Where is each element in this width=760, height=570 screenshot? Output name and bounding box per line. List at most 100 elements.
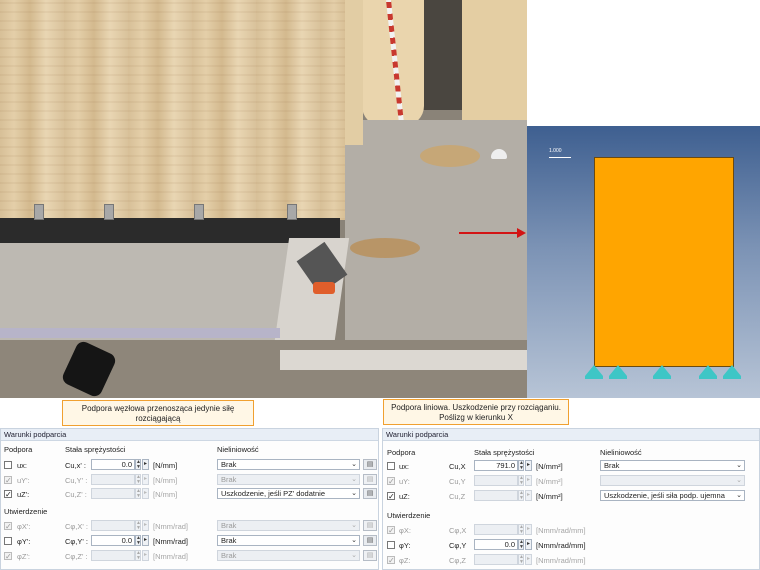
cphiz-input[interactable]: [474, 554, 518, 565]
phiz-edit-icon[interactable]: ▤: [363, 550, 377, 561]
cuz-input[interactable]: [474, 490, 518, 501]
cphiy-symbol: Cφ,Y: [449, 541, 467, 550]
phiz-checkbox[interactable]: ✓: [4, 552, 12, 561]
phiz-label: φZ':: [17, 552, 30, 561]
cuy-spinner[interactable]: ▲ ▼: [135, 474, 141, 485]
cuy-arrow-button[interactable]: ▸: [142, 474, 149, 485]
phix-nonlinearity-select[interactable]: Brak ⌄: [217, 520, 360, 531]
model-view[interactable]: 1.000: [527, 126, 760, 398]
phiz-label: φZ:: [399, 556, 411, 565]
phiz-checkbox[interactable]: ✓: [387, 556, 395, 565]
cux-input[interactable]: 791.0: [474, 460, 518, 471]
cuz-unit: [N/mm]: [153, 490, 178, 499]
phiz-nonlinearity-select[interactable]: Brak ⌄: [217, 550, 360, 561]
uz-edit-icon[interactable]: ▤: [363, 488, 377, 499]
scale-label: 1.000: [549, 148, 562, 154]
saw-handle: [313, 282, 335, 294]
cphix-arrow-button[interactable]: ▸: [525, 524, 532, 535]
uy-label: uY':: [17, 476, 30, 485]
cux-symbol: Cu,X: [449, 462, 466, 471]
cux-symbol: Cu,x' :: [65, 461, 87, 470]
cux-arrow-button[interactable]: ▸: [142, 459, 149, 470]
cuy-unit: [N/mm²]: [536, 477, 563, 486]
cphiy-spinner[interactable]: ▲ ▼: [518, 539, 524, 550]
cuz-symbol: Cu,Z: [449, 492, 466, 501]
support-icon: [609, 365, 627, 379]
ux-nonlinearity-select[interactable]: Brak ⌄: [600, 460, 745, 471]
callout-nodal-support: Podpora węzłowa przenosząca jedynie siłę…: [62, 400, 254, 426]
timber-column: [462, 0, 527, 140]
uy-checkbox[interactable]: ✓: [387, 477, 395, 486]
section-fixation: Utwierdzenie: [387, 511, 431, 520]
cphiy-unit: [Nmm/rad]: [153, 537, 189, 546]
uy-checkbox[interactable]: ✓: [4, 476, 12, 485]
cphiy-input[interactable]: 0.0: [91, 535, 135, 546]
uz-checkbox[interactable]: ✓: [387, 492, 395, 501]
cphiz-arrow-button[interactable]: ▸: [142, 550, 149, 561]
cux-unit: [N/mm]: [153, 461, 178, 470]
ux-edit-icon[interactable]: ▤: [363, 459, 377, 470]
phix-label: φX:: [399, 526, 411, 535]
cphiz-spinner[interactable]: ▲ ▼: [135, 550, 141, 561]
section-fixation: Utwierdzenie: [4, 507, 48, 516]
cphiy-spinner[interactable]: ▲ ▼: [135, 535, 141, 546]
cphiz-symbol: Cφ,Z' :: [65, 552, 88, 561]
cuz-spinner[interactable]: ▲ ▼: [135, 488, 141, 499]
concrete-curb-edge: [280, 350, 527, 370]
cphix-arrow-button[interactable]: ▸: [142, 520, 149, 531]
cphiz-spinner[interactable]: ▲ ▼: [518, 554, 524, 565]
cphix-input[interactable]: [474, 524, 518, 535]
support-icon: [699, 365, 717, 379]
angle-bracket: [194, 204, 204, 220]
uz-checkbox[interactable]: ✓: [4, 490, 12, 499]
ux-checkbox[interactable]: [387, 462, 395, 470]
cux-input[interactable]: 0.0: [91, 459, 135, 470]
header-nonlinearity: Nieliniowość: [217, 445, 259, 454]
cuz-arrow-button[interactable]: ▸: [142, 488, 149, 499]
phiy-nonlinearity-select[interactable]: Brak ⌄: [217, 535, 360, 546]
angle-bracket: [34, 204, 44, 220]
uy-nonlinearity-select[interactable]: Brak ⌄: [217, 474, 360, 485]
cphiy-arrow-button[interactable]: ▸: [142, 535, 149, 546]
construction-photo: [0, 0, 527, 398]
phiy-label: φY':: [17, 537, 31, 546]
cux-spinner[interactable]: ▲ ▼: [135, 459, 141, 470]
phix-checkbox[interactable]: ✓: [387, 526, 395, 535]
cphiy-input[interactable]: 0.0: [474, 539, 518, 550]
red-arrow-head: [517, 228, 526, 238]
cphix-spinner[interactable]: ▲ ▼: [135, 520, 141, 531]
cuy-input[interactable]: [91, 474, 135, 485]
cphiy-arrow-button[interactable]: ▸: [525, 539, 532, 550]
cphix-spinner[interactable]: ▲ ▼: [518, 524, 524, 535]
cuz-spinner[interactable]: ▲ ▼: [518, 490, 524, 501]
cuy-unit: [N/mm]: [153, 476, 178, 485]
cphiy-unit: [Nmm/rad/mm]: [536, 541, 586, 550]
phiy-checkbox[interactable]: [387, 541, 395, 549]
cuz-input[interactable]: [91, 488, 135, 499]
ux-checkbox[interactable]: [4, 461, 12, 469]
uy-nonlinearity-select[interactable]: ⌄: [600, 475, 745, 486]
cux-unit: [N/mm²]: [536, 462, 563, 471]
cuz-unit: [N/mm²]: [536, 492, 563, 501]
uz-nonlinearity-select[interactable]: Uszkodzenie, jeśli siła podp. ujemna ⌄: [600, 490, 745, 501]
cphiz-arrow-button[interactable]: ▸: [525, 554, 532, 565]
cuy-spinner[interactable]: ▲ ▼: [518, 475, 524, 486]
phix-checkbox[interactable]: ✓: [4, 522, 12, 531]
dirt-patch: [420, 145, 480, 167]
cphiz-input[interactable]: [91, 550, 135, 561]
phiy-label: φY:: [399, 541, 411, 550]
uy-edit-icon[interactable]: ▤: [363, 474, 377, 485]
phix-edit-icon[interactable]: ▤: [363, 520, 377, 531]
uz-nonlinearity-select[interactable]: Uszkodzenie, jeśli PZ' dodatnie ⌄: [217, 488, 360, 499]
phiy-checkbox[interactable]: [4, 537, 12, 545]
cphix-input[interactable]: [91, 520, 135, 531]
cuy-input[interactable]: [474, 475, 518, 486]
cphix-unit: [Nmm/rad]: [153, 522, 189, 531]
phiy-edit-icon[interactable]: ▤: [363, 535, 377, 546]
cux-arrow-button[interactable]: ▸: [525, 460, 532, 471]
cuz-arrow-button[interactable]: ▸: [525, 490, 532, 501]
cuy-arrow-button[interactable]: ▸: [525, 475, 532, 486]
cux-spinner[interactable]: ▲ ▼: [518, 460, 524, 471]
ux-nonlinearity-select[interactable]: Brak ⌄: [217, 459, 360, 470]
support-icon: [723, 365, 741, 379]
